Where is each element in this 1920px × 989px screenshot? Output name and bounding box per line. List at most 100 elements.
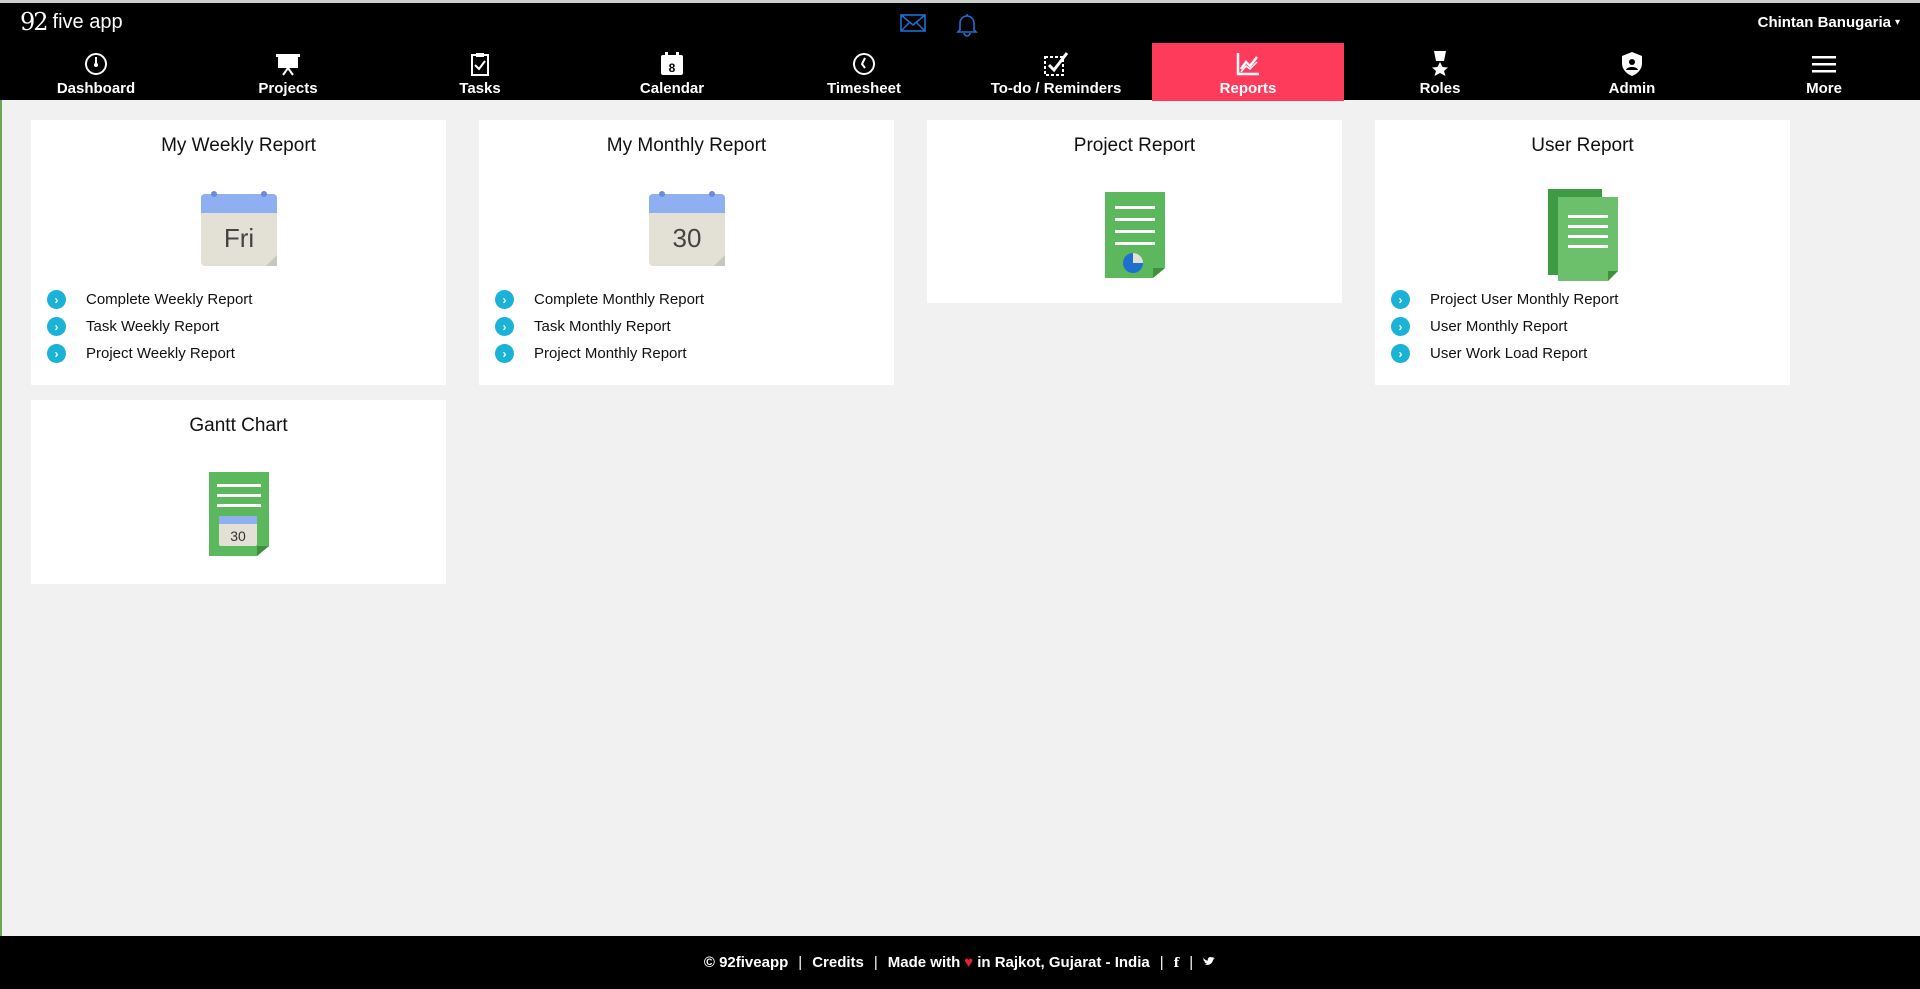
twitter-link[interactable]	[1203, 954, 1216, 971]
project-report-card[interactable]: Project Report	[927, 120, 1342, 303]
nav-label: Calendar	[639, 80, 705, 97]
location-text: in Rajkot, Gujarat - India	[977, 954, 1150, 971]
admin-shield-icon	[1621, 50, 1643, 78]
weekly-report-links: › Complete Weekly Report › Task Weekly Rep…	[47, 286, 252, 367]
link-label: Project User Monthly Report	[1430, 291, 1619, 308]
user-monthly-report-link[interactable]: › User Monthly Report	[1391, 313, 1618, 340]
nav-dashboard[interactable]: Dashboard	[0, 43, 192, 101]
heart-icon: ♥	[964, 954, 974, 971]
svg-text:30: 30	[672, 223, 701, 253]
chevron-down-icon: ▾	[1894, 17, 1900, 28]
chevron-right-icon: ›	[495, 344, 514, 363]
chevron-right-icon: ›	[1391, 290, 1410, 309]
nav-more[interactable]: More	[1728, 43, 1920, 101]
chevron-right-icon: ›	[495, 290, 514, 309]
chevron-right-icon: ›	[1391, 344, 1410, 363]
user-report-links: › Project User Monthly Report › User Month…	[1391, 286, 1618, 367]
project-report-document-icon	[927, 190, 1342, 280]
separator: |	[1159, 954, 1164, 971]
link-label: Complete Weekly Report	[86, 291, 253, 308]
project-weekly-report-link[interactable]: › Project Weekly Report	[47, 340, 252, 367]
checklist-icon	[1043, 50, 1069, 78]
user-report-documents-icon	[1375, 187, 1790, 283]
nav-label: To-do / Reminders	[990, 80, 1122, 97]
link-label: Task Weekly Report	[86, 318, 220, 335]
clock-icon	[852, 50, 876, 78]
facebook-link[interactable]: f	[1174, 954, 1180, 971]
weekly-calendar-icon: Fri	[31, 189, 446, 267]
footer: © 92fiveapp | Credits | Made with ♥ in R…	[0, 936, 1920, 989]
nav-label: Dashboard	[56, 80, 136, 97]
user-name: Chintan Banugaria	[1757, 14, 1891, 31]
separator: |	[873, 954, 878, 971]
nav-roles[interactable]: Roles	[1344, 43, 1536, 101]
chevron-right-icon: ›	[47, 317, 66, 336]
gantt-chart-card[interactable]: Gantt Chart 30	[31, 400, 446, 584]
user-work-load-report-link[interactable]: › User Work Load Report	[1391, 340, 1618, 367]
complete-monthly-report-link[interactable]: › Complete Monthly Report	[495, 286, 704, 313]
reports-icon	[1236, 50, 1260, 78]
link-label: Project Weekly Report	[86, 345, 235, 362]
separator: |	[1189, 954, 1194, 971]
card-title: User Report	[1531, 135, 1634, 156]
link-label: User Work Load Report	[1430, 345, 1588, 362]
task-monthly-report-link[interactable]: › Task Monthly Report	[495, 313, 704, 340]
link-label: Complete Monthly Report	[534, 291, 705, 308]
chevron-right-icon: ›	[47, 344, 66, 363]
nav-tasks[interactable]: Tasks	[384, 43, 576, 101]
svg-text:8: 8	[669, 61, 676, 75]
svg-text:Fri: Fri	[223, 223, 253, 253]
card-title: My Monthly Report	[606, 135, 767, 156]
nav-label: Tasks	[459, 80, 501, 97]
app-logo[interactable]: 92 five app	[20, 7, 123, 37]
project-user-monthly-report-link[interactable]: › Project User Monthly Report	[1391, 286, 1618, 313]
nav-todo-reminders[interactable]: To-do / Reminders	[960, 43, 1152, 101]
window-left-edge	[0, 0, 2, 989]
complete-weekly-report-link[interactable]: › Complete Weekly Report	[47, 286, 252, 313]
main-nav: Dashboard Projects Tasks 8 Calendar Time…	[0, 43, 1920, 101]
credits-link[interactable]: Credits	[812, 954, 864, 971]
monthly-report-links: › Complete Monthly Report › Task Monthly R…	[495, 286, 704, 367]
made-with-text: Made with	[887, 954, 961, 971]
task-weekly-report-link[interactable]: › Task Weekly Report	[47, 313, 252, 340]
gantt-document-calendar-icon: 30	[31, 470, 446, 558]
link-label: Project Monthly Report	[534, 345, 687, 362]
user-menu[interactable]: Chintan Banugaria ▾	[1758, 14, 1900, 31]
nav-label: More	[1806, 80, 1842, 97]
project-monthly-report-link[interactable]: › Project Monthly Report	[495, 340, 704, 367]
nav-label: Timesheet	[827, 80, 901, 97]
top-header: 92 five app Chintan Banugaria ▾ Dashboar…	[0, 0, 1920, 101]
menu-icon	[1811, 50, 1837, 78]
chevron-right-icon: ›	[495, 317, 514, 336]
tasks-icon	[470, 50, 490, 78]
separator: |	[798, 954, 803, 971]
nav-label: Admin	[1608, 80, 1656, 97]
calendar-icon: 8	[660, 50, 684, 78]
nav-admin[interactable]: Admin	[1536, 43, 1728, 101]
nav-label: Reports	[1219, 80, 1277, 97]
nav-reports[interactable]: Reports	[1152, 43, 1344, 101]
monthly-report-card: My Monthly Report 30 › Complete Monthly R…	[479, 120, 894, 385]
weekly-report-card: My Weekly Report Fri › Complete Weekly Re…	[31, 120, 446, 385]
logo-text: five app	[52, 10, 123, 33]
nav-label: Projects	[258, 80, 318, 97]
svg-text:30: 30	[230, 528, 246, 544]
link-label: Task Monthly Report	[534, 318, 671, 335]
card-title: My Weekly Report	[161, 135, 316, 156]
mail-icon[interactable]	[900, 13, 926, 37]
card-title: Project Report	[1073, 135, 1196, 156]
top-icons	[900, 13, 978, 37]
nav-projects[interactable]: Projects	[192, 43, 384, 101]
roles-icon	[1430, 50, 1450, 78]
nav-timesheet[interactable]: Timesheet	[768, 43, 960, 101]
chevron-right-icon: ›	[47, 290, 66, 309]
card-title: Gantt Chart	[189, 415, 288, 436]
twitter-icon	[1203, 954, 1216, 971]
chevron-right-icon: ›	[1391, 317, 1410, 336]
copyright-text: © 92fiveapp	[703, 954, 789, 971]
notification-bell-icon[interactable]	[956, 13, 978, 37]
user-report-card: User Report › Project User Monthly Report…	[1375, 120, 1790, 385]
projects-icon	[275, 50, 301, 78]
facebook-icon: f	[1173, 956, 1180, 971]
nav-calendar[interactable]: 8 Calendar	[576, 43, 768, 101]
